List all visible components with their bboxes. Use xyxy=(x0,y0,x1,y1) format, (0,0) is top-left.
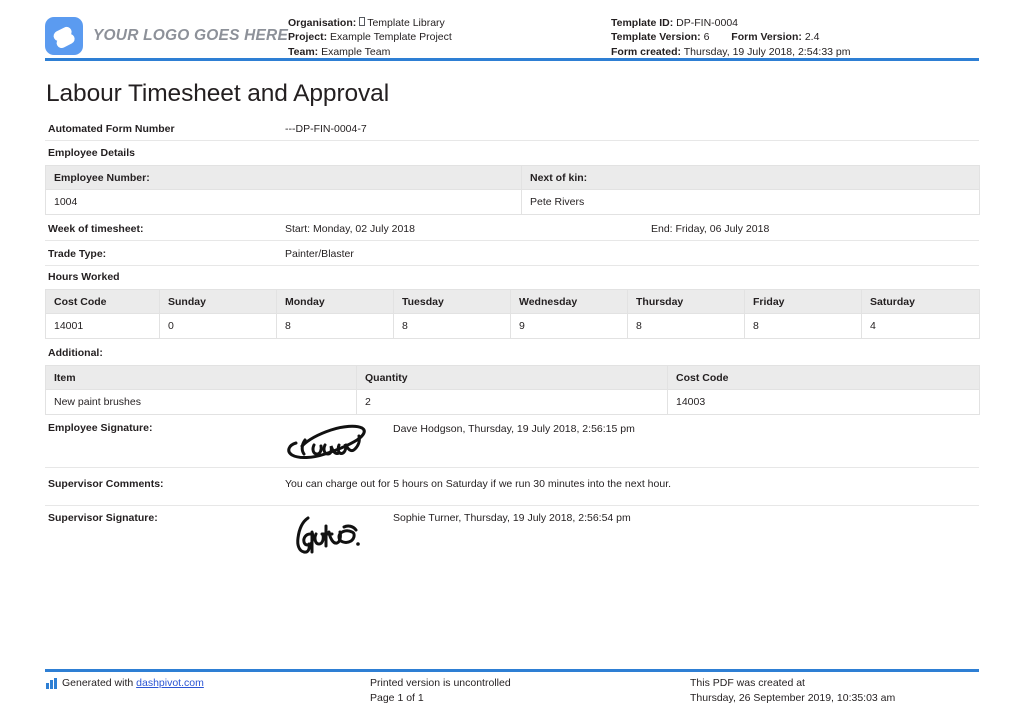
bar-chart-icon xyxy=(46,678,57,689)
form-created-value: Thursday, 19 July 2018, 2:54:33 pm xyxy=(683,45,851,58)
hours-worked-table: Cost Code Sunday Monday Tuesday Wednesda… xyxy=(45,289,980,339)
generated-with-block: Generated with dashpivot.com xyxy=(46,676,204,691)
header-divider xyxy=(45,58,979,61)
additional-header-item: Item xyxy=(45,365,357,390)
hours-header-thursday: Thursday xyxy=(627,289,745,314)
divider xyxy=(45,265,979,266)
generated-with-text: Generated with xyxy=(62,677,134,689)
project-row: Project: Example Template Project xyxy=(288,30,452,44)
pdf-created-value: Thursday, 26 September 2019, 10:35:03 am xyxy=(690,692,896,704)
header-meta-left: Organisation: Template Library Project: … xyxy=(288,16,452,59)
project-value: Example Template Project xyxy=(330,31,452,44)
document-page: YOUR LOGO GOES HERE Organisation: Templa… xyxy=(0,0,1024,723)
divider xyxy=(45,505,979,506)
additional-heading: Additional: xyxy=(48,347,103,359)
printed-version-notice: Printed version is uncontrolled xyxy=(370,677,511,689)
logo-placeholder-text: YOUR LOGO GOES HERE xyxy=(93,27,288,44)
organisation-label: Organisation: xyxy=(288,17,357,29)
supervisor-signature-image xyxy=(296,516,360,554)
supervisor-signature-label: Supervisor Signature: xyxy=(48,512,158,524)
table-header-row: Item Quantity Cost Code xyxy=(45,365,980,390)
hours-header-cost-code: Cost Code xyxy=(45,289,160,314)
employee-signature-caption: Dave Hodgson, Thursday, 19 July 2018, 2:… xyxy=(393,423,635,435)
automated-form-number-label: Automated Form Number xyxy=(48,123,175,135)
additional-table: Item Quantity Cost Code New paint brushe… xyxy=(45,365,980,415)
hours-value-monday: 8 xyxy=(276,313,394,339)
team-value: Example Team xyxy=(321,45,391,58)
hours-value-friday: 8 xyxy=(744,313,862,339)
hours-value-thursday: 8 xyxy=(627,313,745,339)
team-row: Team: Example Team xyxy=(288,45,452,59)
table-row: 1004 Pete Rivers xyxy=(45,189,980,215)
footer-divider xyxy=(45,669,979,672)
trade-type-label: Trade Type: xyxy=(48,248,107,260)
supervisor-comments-value: You can charge out for 5 hours on Saturd… xyxy=(285,478,672,490)
template-id-value: DP-FIN-0004 xyxy=(676,17,739,29)
hours-header-wednesday: Wednesday xyxy=(510,289,628,314)
employee-number-value: 1004 xyxy=(45,189,522,215)
print-notice-block: Printed version is uncontrolled Page 1 o… xyxy=(370,676,511,706)
form-version-label: Form Version: xyxy=(731,31,802,44)
template-version-row: Template Version: 6 Form Version: 2.4 xyxy=(611,30,851,44)
employee-signature-image xyxy=(287,424,366,459)
employee-details-table: Employee Number: Next of kin: 1004 Pete … xyxy=(45,165,980,215)
divider xyxy=(45,140,979,141)
form-version-value: 2.4 xyxy=(804,31,820,44)
additional-value-cost-code: 14003 xyxy=(667,389,980,415)
table-header-row: Employee Number: Next of kin: xyxy=(45,165,980,190)
template-id-row: Template ID: DP-FIN-0004 xyxy=(611,16,851,30)
additional-value-item: New paint brushes xyxy=(45,389,357,415)
employee-number-header: Employee Number: xyxy=(45,165,522,190)
hours-header-tuesday: Tuesday xyxy=(393,289,511,314)
supervisor-signature-caption: Sophie Turner, Thursday, 19 July 2018, 2… xyxy=(393,512,631,524)
hours-header-sunday: Sunday xyxy=(159,289,277,314)
document-header: YOUR LOGO GOES HERE Organisation: Templa… xyxy=(0,0,1024,61)
employee-details-heading: Employee Details xyxy=(48,147,135,159)
organisation-value: Template Library xyxy=(367,17,445,29)
supervisor-comments-label: Supervisor Comments: xyxy=(48,478,164,490)
company-logo-icon xyxy=(45,17,83,55)
divider xyxy=(45,467,979,468)
additional-value-quantity: 2 xyxy=(356,389,668,415)
logo-block: YOUR LOGO GOES HERE xyxy=(45,17,288,55)
trade-type-value: Painter/Blaster xyxy=(285,248,354,260)
hours-value-tuesday: 8 xyxy=(393,313,511,339)
week-start-value: Start: Monday, 02 July 2018 xyxy=(285,223,415,235)
hours-value-wednesday: 9 xyxy=(510,313,628,339)
employee-signature-label: Employee Signature: xyxy=(48,422,153,434)
automated-form-number-value: ---DP-FIN-0004-7 xyxy=(285,123,367,135)
team-label: Team: xyxy=(288,45,319,58)
next-of-kin-value: Pete Rivers xyxy=(521,189,980,215)
page-title: Labour Timesheet and Approval xyxy=(46,80,390,107)
page-number: Page 1 of 1 xyxy=(370,692,424,704)
divider xyxy=(45,240,979,241)
table-header-row: Cost Code Sunday Monday Tuesday Wednesda… xyxy=(45,289,980,314)
form-created-label: Form created: xyxy=(611,45,682,58)
hours-header-friday: Friday xyxy=(744,289,862,314)
pdf-created-block: This PDF was created at Thursday, 26 Sep… xyxy=(690,676,895,706)
additional-header-cost-code: Cost Code xyxy=(667,365,980,390)
week-end-value: End: Friday, 06 July 2018 xyxy=(651,223,770,235)
table-row: 14001 0 8 8 9 8 8 4 xyxy=(45,313,980,339)
form-created-row: Form created: Thursday, 19 July 2018, 2:… xyxy=(611,45,851,59)
organisation-row: Organisation: Template Library xyxy=(288,16,452,30)
hours-value-sunday: 0 xyxy=(159,313,277,339)
hours-worked-heading: Hours Worked xyxy=(48,271,120,283)
template-id-label: Template ID: xyxy=(611,17,674,29)
hours-header-saturday: Saturday xyxy=(861,289,980,314)
table-row: New paint brushes 2 14003 xyxy=(45,389,980,415)
pdf-created-label: This PDF was created at xyxy=(690,677,805,689)
hours-header-monday: Monday xyxy=(276,289,394,314)
week-of-timesheet-label: Week of timesheet: xyxy=(48,223,144,235)
template-version-label: Template Version: xyxy=(611,31,701,44)
hours-value-cost-code: 14001 xyxy=(45,313,160,339)
missing-glyph-icon xyxy=(359,17,366,26)
project-label: Project: xyxy=(288,31,328,44)
dashpivot-link[interactable]: dashpivot.com xyxy=(136,676,204,691)
template-version-value: 6 xyxy=(703,31,710,44)
hours-value-saturday: 4 xyxy=(861,313,980,339)
additional-header-quantity: Quantity xyxy=(356,365,668,390)
header-meta-right: Template ID: DP-FIN-0004 Template Versio… xyxy=(611,16,851,59)
next-of-kin-header: Next of kin: xyxy=(521,165,980,190)
